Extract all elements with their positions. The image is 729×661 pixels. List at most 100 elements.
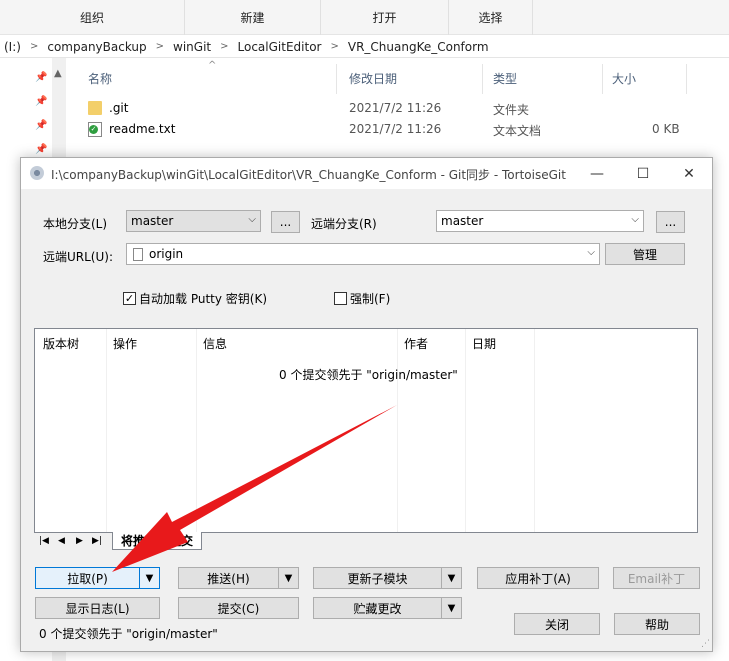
remote-url-value: origin: [149, 247, 184, 261]
column-divider: [106, 329, 107, 532]
help-button[interactable]: 帮助: [614, 613, 700, 635]
pull-button[interactable]: 拉取(P) ▼: [35, 567, 160, 589]
stash-button[interactable]: 贮藏更改 ▼: [313, 597, 462, 619]
file-type: 文本文档: [493, 124, 542, 138]
ribbon-label: 新建: [240, 11, 265, 25]
remote-branch-value: master: [441, 214, 484, 228]
local-branch-label: 本地分支(L): [43, 217, 108, 231]
column-divider: [196, 329, 197, 532]
column-message[interactable]: 信息: [203, 335, 227, 352]
column-size[interactable]: 大小: [612, 70, 636, 87]
list-empty-message: 0 个提交领先于 "origin/master": [279, 368, 458, 382]
remote-branch-browse-button[interactable]: ...: [656, 211, 685, 233]
remote-url-label: 远端URL(U):: [43, 250, 113, 264]
ribbon-label: 打开: [372, 11, 397, 25]
remote-branch-select[interactable]: master ⌵: [436, 210, 644, 232]
dropdown-arrow-icon[interactable]: ▼: [139, 568, 159, 588]
scroll-up-icon[interactable]: ▲: [54, 68, 62, 79]
breadcrumb-item[interactable]: companyBackup: [47, 40, 146, 54]
remote-url-select[interactable]: origin ⌵: [126, 243, 600, 265]
minimize-icon[interactable]: —: [574, 158, 620, 189]
column-divider[interactable]: [686, 64, 687, 94]
column-divider[interactable]: [482, 64, 483, 94]
ribbon-label: 选择: [478, 11, 503, 25]
dropdown-arrow-icon[interactable]: ▼: [278, 568, 298, 588]
file-modified: 2021/7/2 11:26: [349, 122, 442, 136]
ribbon-label: 组织: [79, 11, 104, 25]
folder-icon: [88, 101, 102, 115]
ribbon-group-select[interactable]: 选择: [449, 0, 533, 35]
dropdown-arrow-icon[interactable]: ▼: [441, 568, 461, 588]
resize-grip-icon[interactable]: ⋰: [701, 639, 710, 649]
autoload-putty-checkbox[interactable]: ✓ 自动加载 Putty 密钥(K): [123, 290, 267, 307]
apply-patch-button[interactable]: 应用补丁(A): [477, 567, 599, 589]
column-divider[interactable]: [336, 64, 337, 94]
column-tree[interactable]: 版本树: [43, 335, 79, 352]
file-row[interactable]: ✓ readme.txt 2021/7/2 11:26 文本文档 0 KB: [66, 120, 729, 140]
update-submodules-button[interactable]: 更新子模块 ▼: [313, 567, 462, 589]
window-title: I:\companyBackup\winGit\LocalGitEditor\V…: [51, 168, 566, 182]
stash-label: 贮藏更改: [353, 601, 402, 616]
tab-prev-icon[interactable]: ◀: [58, 536, 65, 546]
column-type[interactable]: 类型: [493, 70, 517, 87]
title-bar[interactable]: I:\companyBackup\winGit\LocalGitEditor\V…: [21, 158, 712, 189]
checkbox-unchecked-icon: [334, 292, 347, 305]
ribbon-group-organize[interactable]: 组织: [0, 0, 185, 35]
address-bar[interactable]: (I:) > companyBackup > winGit > LocalGit…: [0, 36, 729, 58]
local-branch-select[interactable]: master ⌵: [126, 210, 261, 232]
dropdown-arrow-icon[interactable]: ▼: [441, 598, 461, 618]
column-action[interactable]: 操作: [113, 335, 137, 352]
maximize-icon[interactable]: ☐: [620, 158, 666, 189]
pin-icon: 📌: [35, 120, 48, 131]
column-author[interactable]: 作者: [404, 335, 428, 352]
column-date[interactable]: 日期: [472, 335, 496, 352]
commit-button[interactable]: 提交(C): [178, 597, 299, 619]
text-file-icon: ✓: [88, 122, 102, 137]
checkbox-checked-icon: ✓: [123, 292, 136, 305]
file-modified: 2021/7/2 11:26: [349, 101, 442, 115]
manage-button[interactable]: 管理: [605, 243, 685, 265]
column-divider[interactable]: [602, 64, 603, 94]
file-type: 文件夹: [493, 103, 530, 117]
breadcrumb-item[interactable]: LocalGitEditor: [238, 40, 322, 54]
breadcrumb-item[interactable]: VR_ChuangKe_Conform: [348, 40, 489, 54]
email-patch-button[interactable]: Email补丁: [613, 567, 700, 589]
ribbon-group-new[interactable]: 新建: [185, 0, 321, 35]
chevron-right-icon: >: [330, 41, 339, 52]
tortoisegit-icon: [30, 166, 44, 180]
document-icon: [133, 247, 143, 261]
sort-up-icon: ^: [208, 60, 217, 71]
file-row[interactable]: .git 2021/7/2 11:26 文件夹: [66, 99, 729, 119]
tab-push-commits[interactable]: 将推送的提交: [112, 532, 203, 550]
ribbon: 组织 新建 打开 选择: [0, 0, 729, 35]
column-divider: [397, 329, 398, 532]
commit-list[interactable]: 版本树 操作 信息 作者 日期 0 个提交领先于 "origin/master": [34, 328, 698, 533]
local-branch-value: master: [131, 214, 174, 228]
update-submodules-label: 更新子模块: [347, 571, 408, 586]
pin-icon: 📌: [35, 96, 48, 107]
force-checkbox[interactable]: 强制(F): [334, 290, 390, 307]
chevron-down-icon: ⌵: [248, 214, 256, 225]
show-log-button[interactable]: 显示日志(L): [35, 597, 160, 619]
pin-icon: 📌: [35, 144, 48, 155]
pin-icon: 📌: [35, 72, 48, 83]
tab-next-icon[interactable]: ▶: [76, 536, 83, 546]
close-button[interactable]: 关闭: [514, 613, 600, 635]
tab-first-icon[interactable]: |◀: [39, 536, 49, 546]
column-modified[interactable]: 修改日期: [349, 70, 397, 87]
file-name: .git: [109, 101, 129, 115]
tab-last-icon[interactable]: ▶|: [92, 536, 102, 546]
push-button[interactable]: 推送(H) ▼: [178, 567, 299, 589]
push-label: 推送(H): [207, 571, 250, 586]
ribbon-group-open[interactable]: 打开: [321, 0, 449, 35]
file-list-header: ^ 名称 修改日期 类型 大小: [66, 58, 729, 98]
force-label: 强制(F): [350, 292, 391, 306]
breadcrumb-drive[interactable]: (I:): [4, 40, 21, 54]
local-branch-browse-button[interactable]: ...: [271, 211, 300, 233]
close-icon[interactable]: ✕: [666, 158, 712, 189]
git-sync-dialog: I:\companyBackup\winGit\LocalGitEditor\V…: [20, 157, 713, 652]
breadcrumb-item[interactable]: winGit: [173, 40, 211, 54]
column-name[interactable]: 名称: [88, 70, 112, 87]
chevron-right-icon: >: [155, 41, 165, 52]
file-size: 0 KB: [652, 122, 680, 136]
